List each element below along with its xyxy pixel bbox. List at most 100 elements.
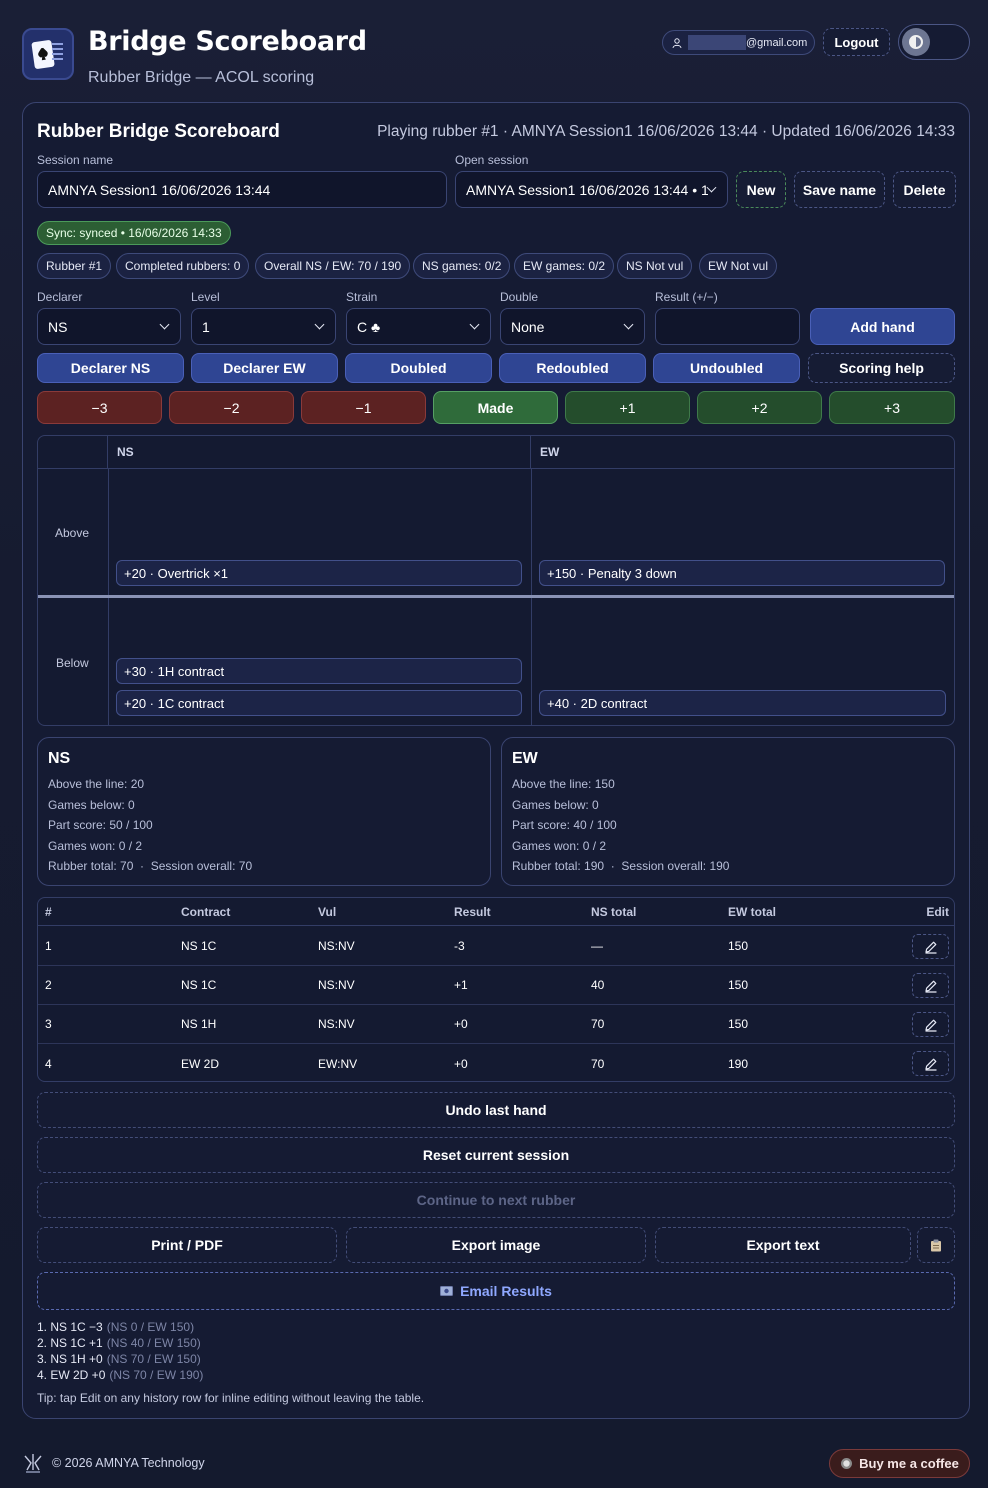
tip-text: Tip: tap Edit on any history row for inl… <box>37 1391 425 1405</box>
app-title: Bridge Scoreboard <box>88 26 367 57</box>
email-results-button[interactable]: Email Results <box>37 1272 955 1310</box>
ew-below-entry: +40 · 2D contract <box>539 690 946 716</box>
reset-session-button[interactable]: Reset current session <box>37 1137 955 1173</box>
buy-coffee-button[interactable]: Buy me a coffee <box>829 1449 970 1478</box>
row-vul: NS:NV <box>318 978 355 992</box>
chevron-down-icon <box>314 319 325 330</box>
table-row: 4 EW 2D EW:NV +0 70 190 <box>38 1044 954 1081</box>
open-session-select[interactable]: AMNYA Session1 16/06/2026 13:44 • 1( <box>455 171 728 208</box>
row-contract: NS 1H <box>181 1017 217 1031</box>
double-select[interactable]: None <box>500 308 645 345</box>
scoreboard-card: Rubber Bridge Scoreboard Playing rubber … <box>22 102 970 1419</box>
row-number: 2 <box>45 978 52 992</box>
row-contract: EW 2D <box>181 1056 220 1071</box>
result-plus-1-button[interactable]: +1 <box>565 391 690 424</box>
scoring-help-button[interactable]: Scoring help <box>808 353 955 383</box>
ew-part-score: Part score: 40 / 100 <box>512 818 617 832</box>
row-ns-total: 70 <box>591 1017 605 1031</box>
save-name-button[interactable]: Save name <box>794 171 885 208</box>
declarer-value: NS <box>48 318 68 335</box>
chevron-down-icon <box>623 319 634 330</box>
edit-row-button[interactable] <box>912 934 949 959</box>
export-text-button[interactable]: Export text <box>655 1227 911 1263</box>
ns-summary-title: NS <box>48 750 71 767</box>
print-pdf-button[interactable]: Print / PDF <box>37 1227 337 1263</box>
row-ew-total: 150 <box>728 978 749 992</box>
hand-log-totals: (NS 0 / EW 150) <box>106 1320 195 1334</box>
delete-session-button[interactable]: Delete <box>893 171 956 208</box>
ew-above-line: Above the line: 150 <box>512 777 615 791</box>
below-row-label: Below <box>56 656 89 670</box>
result-made-button[interactable]: Made <box>433 391 558 424</box>
theme-toggle-knob <box>902 28 930 56</box>
ns-totals: Rubber total: 70 · Session overall: 70 <box>48 859 253 873</box>
user-account-pill[interactable]: @gmail.com <box>662 30 815 55</box>
chevron-down-icon <box>469 319 480 330</box>
edit-row-button[interactable] <box>912 973 949 998</box>
declarer-select[interactable]: NS <box>37 308 181 345</box>
add-hand-button[interactable]: Add hand <box>810 308 955 345</box>
declarer-ew-button[interactable]: Declarer EW <box>191 353 338 383</box>
history-col-ns-total: NS total <box>591 904 637 919</box>
redoubled-button[interactable]: Redoubled <box>499 353 646 383</box>
rubber-number-chip: Rubber #1 <box>37 253 112 279</box>
email-results-label: Email Results <box>460 1283 552 1299</box>
copy-button[interactable] <box>917 1227 955 1263</box>
ew-games-won: Games won: 0 / 2 <box>512 838 607 853</box>
history-col-result: Result <box>454 904 491 919</box>
undo-last-hand-button[interactable]: Undo last hand <box>37 1092 955 1128</box>
row-number: 3 <box>45 1017 52 1031</box>
table-row: 3 NS 1H NS:NV +0 70 150 <box>38 1005 954 1044</box>
row-result: +1 <box>454 978 468 992</box>
open-session-value: AMNYA Session1 16/06/2026 13:44 • 1( <box>466 181 709 198</box>
result-label: Result (+/−) <box>655 290 718 304</box>
chevron-down-icon <box>159 319 170 330</box>
double-value: None <box>511 318 545 335</box>
result-minus-3-button[interactable]: −3 <box>37 391 162 424</box>
hand-log-line: 1. NS 1C −3 (NS 0 / EW 150) <box>37 1320 194 1334</box>
undoubled-button[interactable]: Undoubled <box>653 353 800 383</box>
result-plus-2-button[interactable]: +2 <box>697 391 822 424</box>
chevron-down-icon <box>706 182 717 193</box>
user-email: @gmail.com <box>746 36 808 49</box>
result-plus-3-button[interactable]: +3 <box>829 391 955 424</box>
row-contract: NS 1C <box>181 978 217 992</box>
result-input[interactable] <box>655 308 800 345</box>
ew-vulnerability-chip: EW Not vul <box>699 253 778 279</box>
ew-summary-card: EW Above the line: 150 Games below: 0 Pa… <box>501 737 955 886</box>
ew-totals: Rubber total: 190 · Session overall: 190 <box>512 859 730 873</box>
ns-part-score: Part score: 50 / 100 <box>48 818 153 832</box>
rubber-status: Playing rubber #1 · AMNYA Session1 16/06… <box>377 123 955 140</box>
row-result: +0 <box>454 1017 468 1031</box>
completed-rubbers-chip: Completed rubbers: 0 <box>116 253 250 279</box>
row-contract: NS 1C <box>181 939 217 953</box>
new-session-button[interactable]: New <box>736 171 786 208</box>
redacted-username <box>688 35 746 50</box>
scoresheet: NS EW Above +20 · Overtrick ×1 +150 · Pe… <box>37 435 955 726</box>
ns-games-won: Games won: 0 / 2 <box>48 838 143 853</box>
logout-button[interactable]: Logout <box>823 28 890 56</box>
app-logo <box>22 28 74 80</box>
history-col-ew-total: EW total <box>728 904 776 919</box>
result-minus-2-button[interactable]: −2 <box>169 391 294 424</box>
continue-next-rubber-button[interactable]: Continue to next rubber <box>37 1182 955 1218</box>
table-row: 2 NS 1C NS:NV +1 40 150 <box>38 966 954 1005</box>
level-value: 1 <box>202 318 210 335</box>
the-line-divider <box>38 595 954 598</box>
theme-toggle[interactable] <box>898 24 970 60</box>
scoresheet-corner <box>38 436 108 469</box>
edit-row-button[interactable] <box>912 1051 949 1076</box>
declarer-ns-button[interactable]: Declarer NS <box>37 353 184 383</box>
doubled-button[interactable]: Doubled <box>345 353 492 383</box>
ns-below-entry: +20 · 1C contract <box>116 690 522 716</box>
strain-select[interactable]: C ♣ <box>346 308 491 345</box>
playing-card-icon <box>31 40 63 69</box>
hand-log-entry: 1. NS 1C −3 <box>37 1320 103 1334</box>
result-minus-1-button[interactable]: −1 <box>301 391 426 424</box>
export-image-button[interactable]: Export image <box>346 1227 646 1263</box>
session-name-input[interactable]: AMNYA Session1 16/06/2026 13:44 <box>37 171 447 208</box>
edit-row-button[interactable] <box>912 1012 949 1037</box>
ns-summary-card: NS Above the line: 20 Games below: 0 Par… <box>37 737 491 886</box>
row-number: 1 <box>45 939 52 953</box>
level-select[interactable]: 1 <box>191 308 336 345</box>
